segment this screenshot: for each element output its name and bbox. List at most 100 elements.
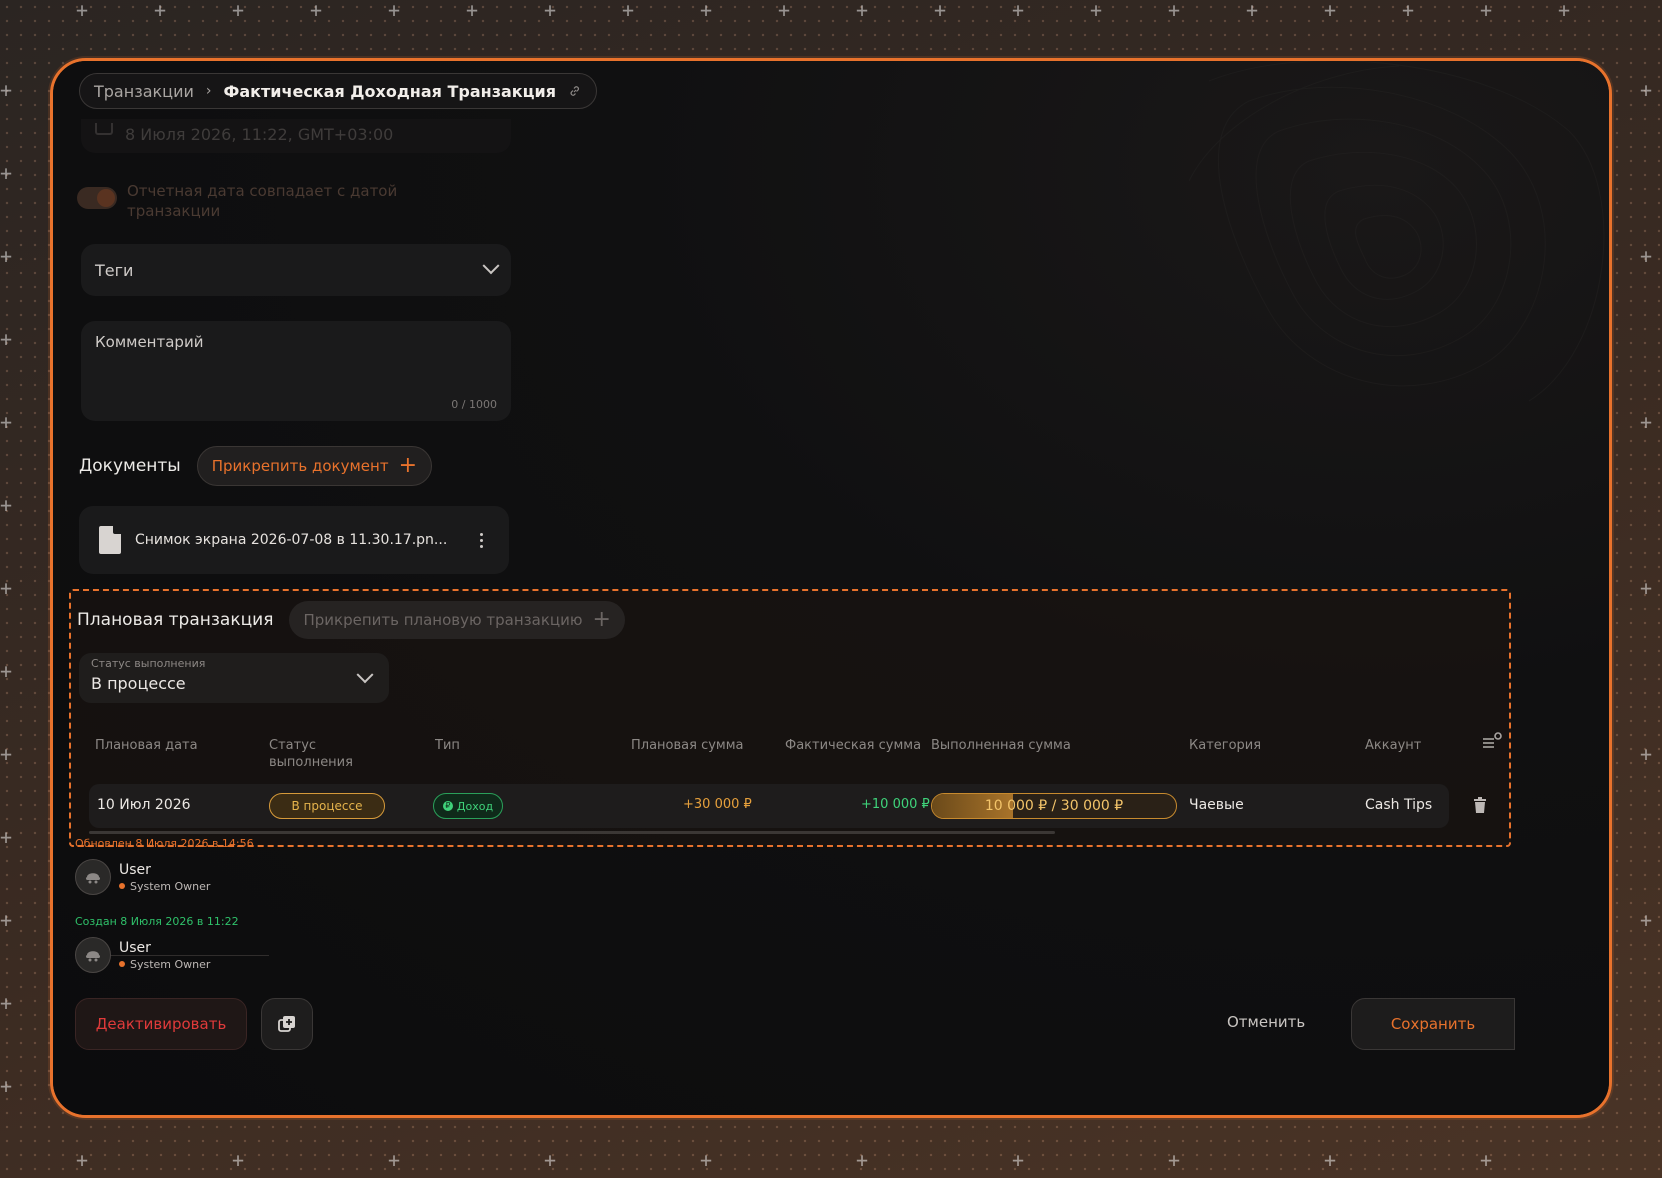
bg-plus: + [0,161,13,185]
save-button[interactable]: Сохранить [1351,998,1515,1050]
planned-transaction-title: Плановая транзакция [77,610,274,630]
comment-placeholder: Комментарий [95,333,204,351]
document-item[interactable]: Снимок экрана 2026-07-08 в 11.30.17.pn..… [79,506,509,574]
attach-planned-label: Прикрепить плановую транзакцию [303,611,583,629]
breadcrumb-current: Фактическая Доходная Транзакция [223,81,556,101]
status-badge: В процессе [269,793,385,819]
file-icon [99,526,121,554]
bg-plus: + [1324,0,1337,22]
column-done-amount[interactable]: Выполненная сумма [931,737,1071,754]
transaction-date-value: 8 Июля 2026, 11:22, GMT+03:00 [125,125,394,144]
planned-transaction-header: Плановая транзакция Прикрепить плановую … [77,601,625,639]
bg-plus: + [0,742,13,766]
bg-plus: + [232,0,245,22]
bg-plus: + [76,1148,89,1172]
plus-icon: + [398,453,418,478]
bg-plus: + [544,0,557,22]
bg-plus: + [0,410,13,434]
report-date-toggle-row: Отчетная дата совпадает с датой транзакц… [77,181,427,221]
attach-document-label: Прикрепить документ [211,457,389,475]
documents-header: Документы Прикрепить документ + [79,446,433,486]
bg-plus: + [1640,742,1653,766]
cancel-button[interactable]: Отменить [1227,1013,1305,1031]
avatar [75,937,111,973]
user-role-label: System Owner [130,879,211,893]
calendar-icon [95,123,113,135]
column-account[interactable]: Аккаунт [1365,737,1421,754]
status-filter-value: В процессе [91,674,186,693]
bg-plus: + [1558,0,1571,22]
bg-plus: + [388,1148,401,1172]
row-plan-amount: +30 000 ₽ [683,797,752,812]
bg-plus: + [388,0,401,22]
status-filter-label: Статус выполнения [91,657,206,670]
bg-plus: + [232,1148,245,1172]
link-icon[interactable] [568,84,582,98]
role-dot [119,883,125,889]
row-account: Cash Tips [1365,797,1433,813]
bg-plus: + [0,327,13,351]
transaction-date-field[interactable]: 8 Июля 2026, 11:22, GMT+03:00 [81,119,511,153]
bg-plus: + [0,991,13,1015]
created-timestamp: Создан 8 Июля 2026 в 11:22 [75,915,239,928]
status-filter-select[interactable]: Статус выполнения В процессе [79,653,389,703]
income-icon: ₽ [442,801,453,811]
bg-plus: + [310,0,323,22]
row-category: Чаевые [1189,797,1244,813]
done-amount-text: 10 000 ₽ / 30 000 ₽ [984,798,1124,814]
updated-by-user: User System Owner [75,859,210,895]
row-fact-amount: +10 000 ₽ [861,797,930,812]
breadcrumb-transactions[interactable]: Транзакции [94,82,194,101]
updated-timestamp: Обновлен 8 Июля 2026 в 14:56 [75,837,254,850]
trash-icon[interactable] [1473,797,1487,813]
breadcrumb: Транзакции › Фактическая Доходная Транза… [79,73,597,109]
type-badge: ₽ Доход [433,793,503,819]
bg-plus: + [856,0,869,22]
type-badge-label: Доход [456,799,494,813]
column-settings-icon[interactable] [1481,731,1503,751]
attach-document-button[interactable]: Прикрепить документ + [196,446,433,486]
more-vertical-icon[interactable] [473,532,489,548]
bg-plus: + [778,0,791,22]
transaction-window: Транзакции › Фактическая Доходная Транза… [50,58,1612,1118]
bg-plus: + [466,0,479,22]
bg-plus: + [1640,78,1653,102]
deactivate-button[interactable]: Деактивировать [75,998,247,1050]
bg-plus: + [0,659,13,683]
bg-plus: + [1168,0,1181,22]
chevron-right-icon: › [205,83,212,99]
chevron-down-icon [482,257,500,275]
bg-plus: + [622,0,635,22]
comment-field[interactable]: Комментарий 0 / 1000 [81,321,511,421]
toggle-knob [97,189,115,207]
column-plan-date[interactable]: Плановая дата [95,737,198,754]
bg-plus: + [76,0,89,22]
bg-plus: + [1246,0,1259,22]
bg-plus: + [1324,1148,1337,1172]
column-category[interactable]: Категория [1189,737,1261,754]
bg-plus: + [0,908,13,932]
bg-plus: + [1480,0,1493,22]
column-plan-amount[interactable]: Плановая сумма [631,737,744,754]
bg-plus: + [1402,0,1415,22]
table-horizontal-scrollbar[interactable] [89,831,1055,834]
bg-plus: + [1480,1148,1493,1172]
report-date-toggle[interactable] [77,187,117,209]
done-amount-progress: 10 000 ₽ / 30 000 ₽ [931,793,1177,819]
table-row[interactable]: 10 Июл 2026 В процессе ₽ Доход +30 000 ₽… [89,784,1449,828]
bg-plus: + [0,576,13,600]
bg-plus: + [700,1148,713,1172]
bg-plus: + [1640,908,1653,932]
user-role-label: System Owner [130,957,211,971]
attach-planned-transaction-button[interactable]: Прикрепить плановую транзакцию + [289,601,625,639]
column-status[interactable]: Статус выполнения [269,737,379,771]
role-dot [119,961,125,967]
bg-plus: + [1640,576,1653,600]
bg-plus: + [700,0,713,22]
duplicate-button[interactable] [261,998,313,1050]
bg-plus: + [0,244,13,268]
column-fact-amount[interactable]: Фактическая сумма [785,737,921,754]
tags-select[interactable]: Теги [81,244,511,296]
bg-plus: + [1640,244,1653,268]
column-type[interactable]: Тип [435,737,460,754]
